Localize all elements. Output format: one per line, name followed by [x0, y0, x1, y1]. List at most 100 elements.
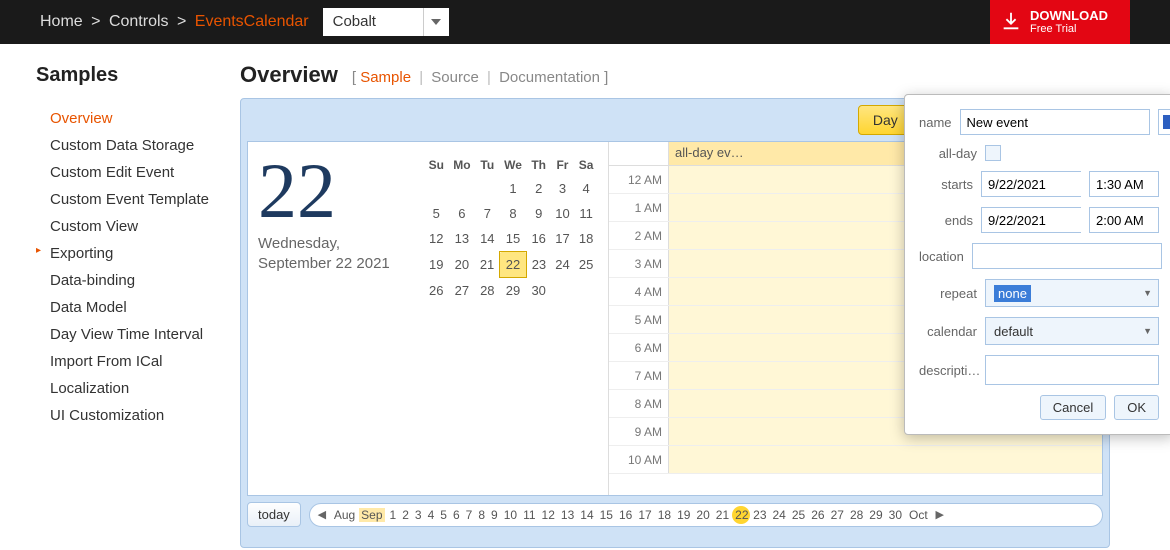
mini-cal-day[interactable]: 11 — [574, 201, 598, 226]
nav-day[interactable]: 21 — [713, 508, 732, 522]
mini-cal-day[interactable]: 9 — [527, 201, 551, 226]
nav-month-next[interactable]: Oct — [907, 508, 930, 522]
mini-cal-day[interactable]: 25 — [574, 252, 598, 278]
nav-month-prev[interactable]: Aug — [332, 508, 357, 522]
sidebar-item[interactable]: Import From ICal — [36, 348, 220, 375]
allday-checkbox[interactable] — [985, 145, 1001, 161]
nav-day[interactable]: 4 — [425, 508, 438, 522]
mini-cal-day[interactable]: 10 — [551, 201, 574, 226]
ends-date-input[interactable]: ▼ — [981, 207, 1081, 233]
nav-day[interactable]: 13 — [558, 508, 577, 522]
crumb-controls[interactable]: Controls — [109, 13, 169, 30]
nav-day[interactable]: 10 — [501, 508, 520, 522]
starts-date-input[interactable]: ▼ — [981, 171, 1081, 197]
sidebar-item[interactable]: Data-binding — [36, 267, 220, 294]
mini-cal-day[interactable]: 7 — [475, 201, 499, 226]
nav-day[interactable]: 18 — [655, 508, 674, 522]
subtab-sample[interactable]: Sample — [360, 69, 411, 86]
subtab-source[interactable]: Source — [431, 69, 479, 86]
nav-day[interactable]: 3 — [412, 508, 425, 522]
color-select[interactable]: ▼ — [1158, 109, 1170, 135]
mini-cal-day[interactable]: 24 — [551, 252, 574, 278]
nav-day[interactable]: 12 — [539, 508, 558, 522]
mini-cal-day[interactable]: 5 — [424, 201, 449, 226]
subtab-docs[interactable]: Documentation — [499, 69, 600, 86]
chevron-down-icon[interactable] — [423, 8, 449, 36]
sidebar-item[interactable]: UI Customization — [36, 402, 220, 429]
repeat-select[interactable]: none ▼ — [985, 279, 1159, 307]
download-button[interactable]: DOWNLOAD Free Trial — [990, 0, 1130, 44]
nav-day[interactable]: 8 — [475, 508, 488, 522]
nav-day[interactable]: 2 — [399, 508, 412, 522]
sidebar-item[interactable]: Custom View — [36, 213, 220, 240]
nav-day[interactable]: 28 — [847, 508, 866, 522]
nav-month-current[interactable]: Sep — [359, 508, 384, 522]
mini-cal-day[interactable]: 13 — [449, 226, 476, 252]
mini-cal-day[interactable]: 17 — [551, 226, 574, 252]
sidebar-item[interactable]: Data Model — [36, 294, 220, 321]
mini-cal-day[interactable]: 22 — [499, 252, 526, 278]
ends-time-input[interactable] — [1089, 207, 1159, 233]
sidebar-item[interactable]: Localization — [36, 375, 220, 402]
description-input[interactable] — [985, 355, 1159, 385]
mini-cal-day[interactable]: 29 — [499, 278, 526, 304]
sidebar-item[interactable]: Custom Edit Event — [36, 159, 220, 186]
mini-calendar[interactable]: SuMoTuWeThFrSa12345678910111213141516171… — [424, 154, 598, 483]
mini-cal-day[interactable]: 1 — [499, 176, 526, 201]
sidebar-item[interactable]: Custom Event Template — [36, 186, 220, 213]
nav-day[interactable]: 27 — [828, 508, 847, 522]
nav-day[interactable]: 16 — [616, 508, 635, 522]
mini-cal-day[interactable]: 30 — [527, 278, 551, 304]
ok-button[interactable]: OK — [1114, 395, 1159, 420]
nav-day[interactable]: 24 — [770, 508, 789, 522]
nav-day[interactable]: 11 — [520, 508, 538, 522]
nav-day[interactable]: 9 — [488, 508, 501, 522]
mini-cal-day[interactable]: 20 — [449, 252, 476, 278]
mini-cal-day[interactable]: 3 — [551, 176, 574, 201]
nav-day[interactable]: 15 — [597, 508, 616, 522]
calendar-select[interactable]: default ▼ — [985, 317, 1159, 345]
mini-cal-day[interactable]: 8 — [499, 201, 526, 226]
mini-cal-day[interactable]: 19 — [424, 252, 449, 278]
nav-day[interactable]: 17 — [635, 508, 654, 522]
nav-day[interactable]: 5 — [437, 508, 450, 522]
mini-cal-day[interactable]: 6 — [449, 201, 476, 226]
nav-day[interactable]: 19 — [674, 508, 693, 522]
mini-cal-day[interactable]: 2 — [527, 176, 551, 201]
sidebar-item[interactable]: Overview — [36, 105, 220, 132]
today-button[interactable]: today — [247, 502, 301, 527]
crumb-home[interactable]: Home — [40, 13, 83, 30]
mini-cal-day[interactable]: 14 — [475, 226, 499, 252]
date-scroller[interactable]: ◀ Aug Sep 123456789101112131415161718192… — [309, 503, 1103, 527]
nav-day[interactable]: 23 — [750, 508, 769, 522]
mini-cal-day[interactable]: 15 — [499, 226, 526, 252]
mini-cal-day[interactable]: 18 — [574, 226, 598, 252]
nav-day[interactable]: 30 — [886, 508, 905, 522]
nav-day[interactable]: 29 — [866, 508, 885, 522]
sidebar-item[interactable]: Custom Data Storage — [36, 132, 220, 159]
nav-day[interactable]: 7 — [463, 508, 476, 522]
theme-select[interactable]: Cobalt — [323, 8, 449, 36]
nav-day[interactable]: 6 — [450, 508, 463, 522]
sidebar-item[interactable]: ▸Exporting — [36, 240, 220, 267]
sidebar-item[interactable]: Day View Time Interval — [36, 321, 220, 348]
mini-cal-day[interactable]: 21 — [475, 252, 499, 278]
nav-prev-icon[interactable]: ◀ — [314, 508, 330, 521]
nav-day[interactable]: 22 — [732, 506, 750, 524]
nav-day[interactable]: 14 — [577, 508, 596, 522]
location-input[interactable] — [972, 243, 1162, 269]
starts-time-input[interactable] — [1089, 171, 1159, 197]
mini-cal-day[interactable]: 27 — [449, 278, 476, 304]
mini-cal-day[interactable]: 16 — [527, 226, 551, 252]
mini-cal-day[interactable]: 12 — [424, 226, 449, 252]
mini-cal-day[interactable]: 23 — [527, 252, 551, 278]
cancel-button[interactable]: Cancel — [1040, 395, 1106, 420]
nav-day[interactable]: 25 — [789, 508, 808, 522]
nav-day[interactable]: 1 — [387, 508, 400, 522]
mini-cal-day[interactable]: 28 — [475, 278, 499, 304]
nav-next-icon[interactable]: ▶ — [932, 508, 948, 521]
name-input[interactable] — [960, 109, 1150, 135]
nav-day[interactable]: 20 — [693, 508, 712, 522]
mini-cal-day[interactable]: 4 — [574, 176, 598, 201]
time-cell[interactable] — [669, 446, 1102, 473]
